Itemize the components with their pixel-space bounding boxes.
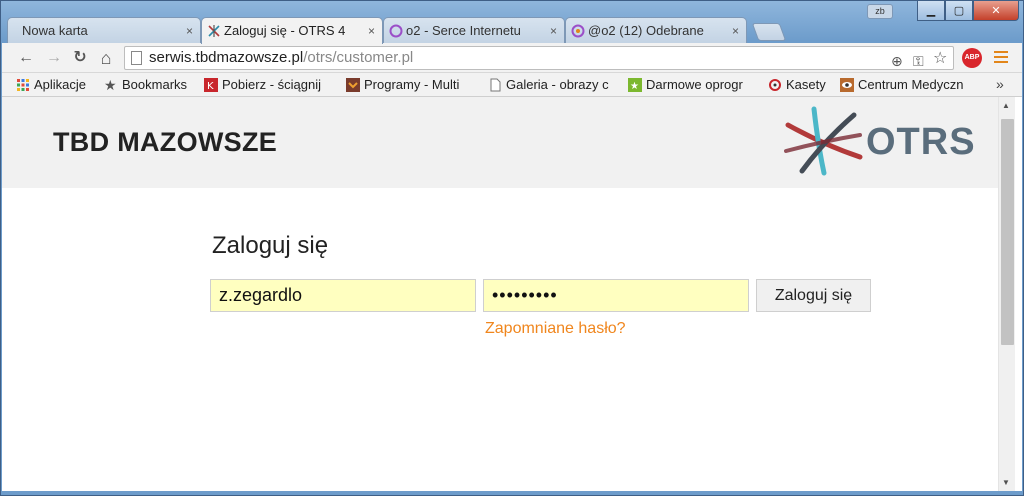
tab-close-icon[interactable]: × <box>550 18 557 43</box>
svg-text:K: K <box>207 81 214 92</box>
page-icon <box>131 51 142 65</box>
forgot-password-link[interactable]: Zapomniane hasło? <box>485 320 626 338</box>
zoom-icon[interactable]: ⊕ <box>891 50 903 72</box>
browser-toolbar: ← → ↻ ⌂ serwis.tbdmazowsze.pl/otrs/custo… <box>2 43 1022 73</box>
apps-grid-icon <box>17 79 29 91</box>
address-path: /otrs/customer.pl <box>303 49 414 66</box>
page-header: TBD MAZOWSZE OTRS <box>2 97 998 188</box>
back-button[interactable]: ← <box>16 48 36 68</box>
tab-strip: Nowa karta × Zaloguj się - OTRS 4 × o2 -… <box>7 17 907 44</box>
bookmark-programy[interactable]: Programy - Multi <box>346 76 478 94</box>
bookmark-label: Pobierz - ściągnij <box>222 77 321 92</box>
login-button[interactable]: Zaloguj się <box>756 279 871 312</box>
tab-label: Nowa karta <box>22 23 88 38</box>
bookmark-label: Kasety <box>786 77 826 92</box>
bookmark-galeria[interactable]: Galeria - obrazy c <box>488 76 620 94</box>
address-domain: serwis.tbdmazowsze.pl <box>149 49 304 66</box>
tab-zaloguj-sie[interactable]: Zaloguj się - OTRS 4 × <box>201 17 383 44</box>
tab-label: Zaloguj się - OTRS 4 <box>224 23 346 38</box>
kasety-icon <box>769 79 781 91</box>
tab-label: o2 - Serce Internetu <box>406 23 521 38</box>
pobierz-icon: K <box>204 78 218 92</box>
o2-mail-favicon-icon <box>571 24 585 38</box>
close-window-button[interactable]: ✕ <box>973 1 1019 21</box>
o2-favicon-icon <box>389 24 403 38</box>
darmowe-icon: ★ <box>628 78 642 92</box>
company-name: TBD MAZOWSZE <box>53 127 278 157</box>
bookmark-aplikacje[interactable]: Aplikacje <box>16 76 100 94</box>
tab-close-icon[interactable]: × <box>732 18 739 43</box>
otrs-logo-icon <box>784 106 863 176</box>
address-bar[interactable]: serwis.tbdmazowsze.pl/otrs/customer.pl ⊕… <box>124 46 954 70</box>
scroll-thumb[interactable] <box>1001 119 1014 345</box>
tab-close-icon[interactable]: × <box>368 18 375 44</box>
page-content: TBD MAZOWSZE OTRS Zaloguj się z.zegardlo… <box>2 97 1022 491</box>
bookmark-kasety[interactable]: Kasety <box>768 76 834 94</box>
menu-icon[interactable] <box>994 51 1008 63</box>
username-input[interactable]: z.zegardlo <box>210 279 476 312</box>
vertical-scrollbar[interactable]: ▲ ▼ <box>998 97 1015 491</box>
tab-nowa-karta[interactable]: Nowa karta × <box>7 17 201 43</box>
window-controls: ▁ ▢ ✕ <box>917 1 1019 21</box>
forward-button[interactable]: → <box>44 48 64 68</box>
key-icon[interactable]: ⚿ <box>913 50 924 72</box>
svg-text:★: ★ <box>630 81 639 92</box>
bookmark-centrum[interactable]: Centrum Medyczn <box>840 76 972 94</box>
tab-label: @o2 (12) Odebrane <box>588 23 704 38</box>
bookmarks-bar: Aplikacje ★ Bookmarks K Pobierz - ściągn… <box>2 73 1022 97</box>
login-title: Zaloguj się <box>212 232 329 259</box>
new-tab-button[interactable] <box>751 23 787 41</box>
bookmark-bookmarks[interactable]: ★ Bookmarks <box>104 76 200 94</box>
bookmark-label: Galeria - obrazy c <box>506 77 609 92</box>
page-icon <box>490 78 501 92</box>
scroll-down-icon[interactable]: ▼ <box>1002 478 1010 487</box>
tab-close-icon[interactable]: × <box>186 18 193 43</box>
star-icon: ★ <box>104 77 117 93</box>
home-button[interactable]: ⌂ <box>96 48 116 68</box>
bookmark-label: Centrum Medyczn <box>858 77 964 92</box>
programy-icon <box>346 78 360 92</box>
maximize-button[interactable]: ▢ <box>945 1 973 21</box>
eye-icon <box>840 78 854 92</box>
bookmark-label: Aplikacje <box>34 77 87 92</box>
bookmark-pobierz[interactable]: K Pobierz - ściągnij <box>204 76 338 94</box>
bookmarks-overflow-button[interactable]: » <box>996 76 1004 92</box>
tab-o2-odebrane[interactable]: @o2 (12) Odebrane × <box>565 17 747 43</box>
adblock-icon[interactable]: ABP <box>962 48 982 68</box>
browser-window: zb ▁ ▢ ✕ Nowa karta × Zaloguj się - OTRS… <box>0 0 1024 496</box>
otrs-favicon-icon <box>208 25 220 37</box>
bookmark-star-icon[interactable]: ☆ <box>933 48 947 70</box>
minimize-button[interactable]: ▁ <box>917 1 945 21</box>
otrs-logo-text: OTRS <box>866 121 976 163</box>
password-input[interactable]: ••••••••• <box>483 279 749 312</box>
bookmark-darmowe[interactable]: ★ Darmowe oprogr <box>628 76 758 94</box>
bookmark-label: Programy - Multi <box>364 77 460 92</box>
bookmark-label: Darmowe oprogr <box>646 77 743 92</box>
bookmark-label: Bookmarks <box>122 77 188 92</box>
tab-o2-serce[interactable]: o2 - Serce Internetu × <box>383 17 565 43</box>
reload-button[interactable]: ↻ <box>70 48 90 68</box>
scroll-up-icon[interactable]: ▲ <box>1002 101 1010 110</box>
